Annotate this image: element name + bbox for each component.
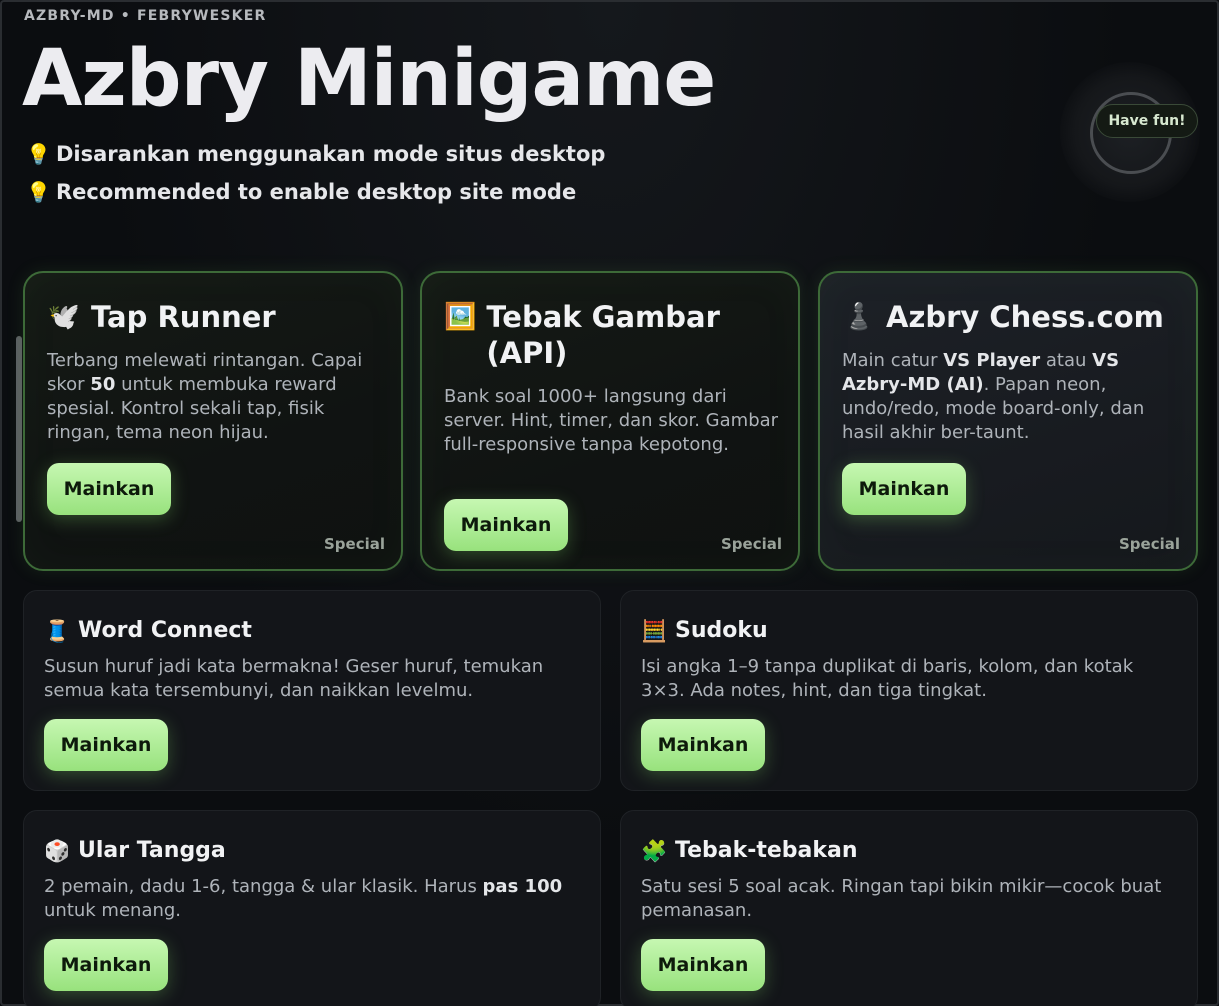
play-button-tebak-gambar[interactable]: Mainkan: [444, 499, 568, 551]
tip-desktop-en: 💡 Recommended to enable desktop site mod…: [26, 180, 576, 204]
framed-picture-icon: 🖼️: [444, 302, 477, 332]
lightbulb-icon: 💡: [26, 142, 51, 166]
card-title: 🕊️ Tap Runner: [47, 300, 276, 334]
card-title: 🖼️ Tebak Gambar (API): [444, 300, 720, 370]
have-fun-badge: Have fun!: [1096, 104, 1198, 138]
dove-icon: 🕊️: [47, 302, 81, 332]
card-description: Susun huruf jadi kata bermakna! Geser hu…: [44, 656, 544, 701]
card-title: ♟️ Azbry Chess.com: [842, 300, 1164, 334]
card-title: 🧵 Word Connect: [44, 618, 252, 643]
special-tag: Special: [1118, 535, 1180, 553]
game-card-sudoku: 🧮 Sudoku Isi angka 1–9 tanpa duplikat di…: [620, 590, 1198, 791]
card-description: 2 pemain, dadu 1-6, tangga & ular klasik…: [44, 876, 563, 921]
game-card-ular-tangga: 🎲 Ular Tangga 2 pemain, dadu 1-6, tangga…: [23, 810, 601, 1006]
play-button-tebak-tebakan[interactable]: Mainkan: [641, 939, 765, 991]
card-description: Terbang melewati rintangan. Capai skor 5…: [47, 350, 363, 443]
tip-text: Recommended to enable desktop site mode: [56, 180, 577, 204]
special-tag: Special: [323, 535, 385, 553]
card-title: 🎲 Ular Tangga: [44, 838, 226, 863]
lightbulb-icon: 💡: [26, 180, 51, 204]
thread-spool-icon: 🧵: [44, 619, 71, 643]
card-title: 🧩 Tebak-tebakan: [641, 838, 858, 863]
game-card-azbry-chess: ♟️ Azbry Chess.com Main catur VS Player …: [818, 271, 1198, 571]
card-description: Main catur VS Player atau VS Azbry-MD (A…: [842, 350, 1145, 443]
card-title: 🧮 Sudoku: [641, 618, 768, 643]
special-tag: Special: [720, 535, 782, 553]
tip-text: Disarankan menggunakan mode situs deskto…: [56, 142, 606, 166]
play-button-word-connect[interactable]: Mainkan: [44, 719, 168, 771]
card-description: Satu sesi 5 soal acak. Ringan tapi bikin…: [641, 876, 1162, 921]
game-card-tebak-tebakan: 🧩 Tebak-tebakan Satu sesi 5 soal acak. R…: [620, 810, 1198, 1006]
page-title: Azbry Minigame: [22, 34, 716, 124]
play-button-tap-runner[interactable]: Mainkan: [47, 463, 171, 515]
card-description: Bank soal 1000+ langsung dari server. Hi…: [444, 386, 779, 455]
play-button-azbry-chess[interactable]: Mainkan: [842, 463, 966, 515]
play-button-ular-tangga[interactable]: Mainkan: [44, 939, 168, 991]
card-description: Isi angka 1–9 tanpa duplikat di baris, k…: [641, 656, 1134, 701]
game-card-word-connect: 🧵 Word Connect Susun huruf jadi kata ber…: [23, 590, 601, 791]
game-card-tebak-gambar: 🖼️ Tebak Gambar (API) Bank soal 1000+ la…: [420, 271, 800, 571]
chess-pawn-icon: ♟️: [842, 302, 876, 332]
tip-desktop-id: 💡 Disarankan menggunakan mode situs desk…: [26, 142, 605, 166]
puzzle-piece-icon: 🧩: [641, 839, 668, 863]
dice-icon: 🎲: [44, 839, 71, 863]
scrollbar[interactable]: [16, 336, 22, 522]
brand-label: AZBRY-MD • FEBRYWESKER: [24, 8, 267, 24]
play-button-sudoku[interactable]: Mainkan: [641, 719, 765, 771]
abacus-icon: 🧮: [641, 619, 668, 643]
game-card-tap-runner: 🕊️ Tap Runner Terbang melewati rintangan…: [23, 271, 403, 571]
